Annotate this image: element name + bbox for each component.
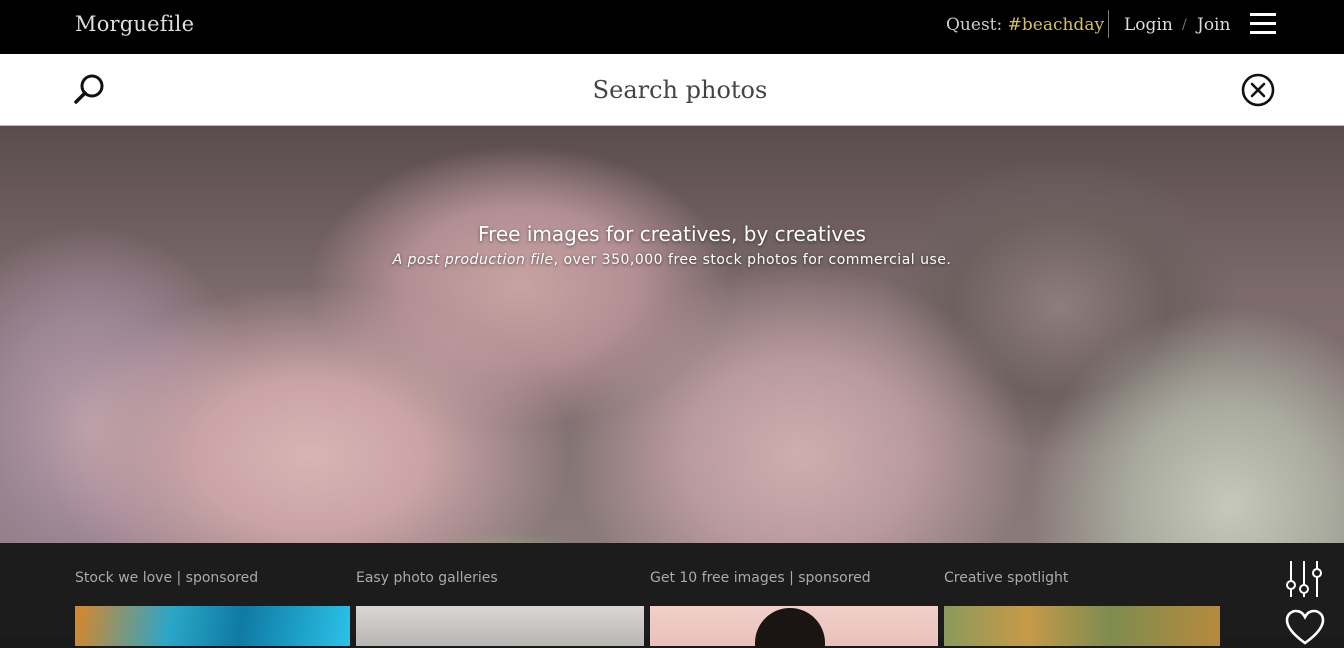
sliders-icon[interactable]	[1284, 559, 1324, 599]
quest-label: Quest:	[946, 15, 1003, 35]
hero-subtitle: A post production file, over 350,000 fre…	[0, 252, 1344, 268]
search-input[interactable]	[380, 70, 980, 110]
hero-banner: Free images for creatives, by creatives …	[0, 126, 1344, 543]
search-bar	[0, 54, 1344, 126]
quest-link[interactable]: Quest: #beachday	[946, 15, 1104, 35]
section-thumbnail-galleries[interactable]	[356, 606, 644, 646]
hamburger-menu-icon[interactable]	[1250, 13, 1276, 35]
section-thumbnail-spotlight[interactable]	[944, 606, 1220, 646]
section-label-spotlight[interactable]: Creative spotlight	[944, 570, 1068, 586]
search-icon[interactable]	[73, 72, 107, 106]
quest-tag[interactable]: #beachday	[1008, 15, 1104, 35]
section-label-stock[interactable]: Stock we love | sponsored	[75, 570, 258, 586]
login-link[interactable]: Login	[1124, 15, 1173, 35]
section-thumbnail-free-images[interactable]	[650, 606, 938, 648]
hero-subtitle-rest: , over 350,000 free stock photos for com…	[553, 252, 952, 268]
login-join-separator: /	[1182, 17, 1187, 33]
section-thumbnail-stock[interactable]	[75, 606, 350, 646]
site-logo[interactable]: Morguefile	[75, 12, 194, 36]
nav-divider	[1108, 10, 1109, 38]
section-label-galleries[interactable]: Easy photo galleries	[356, 570, 498, 586]
heart-icon[interactable]	[1285, 609, 1325, 645]
close-circle-icon[interactable]	[1240, 72, 1276, 108]
hero-subtitle-italic: A post production file	[392, 252, 554, 268]
join-link[interactable]: Join	[1197, 15, 1230, 35]
section-label-free-images[interactable]: Get 10 free images | sponsored	[650, 570, 871, 586]
top-navigation-bar: Morguefile Quest: #beachday Login / Join	[0, 0, 1344, 54]
hero-title: Free images for creatives, by creatives	[478, 222, 866, 246]
featured-sections-bar: Stock we love | sponsored Easy photo gal…	[0, 543, 1344, 648]
